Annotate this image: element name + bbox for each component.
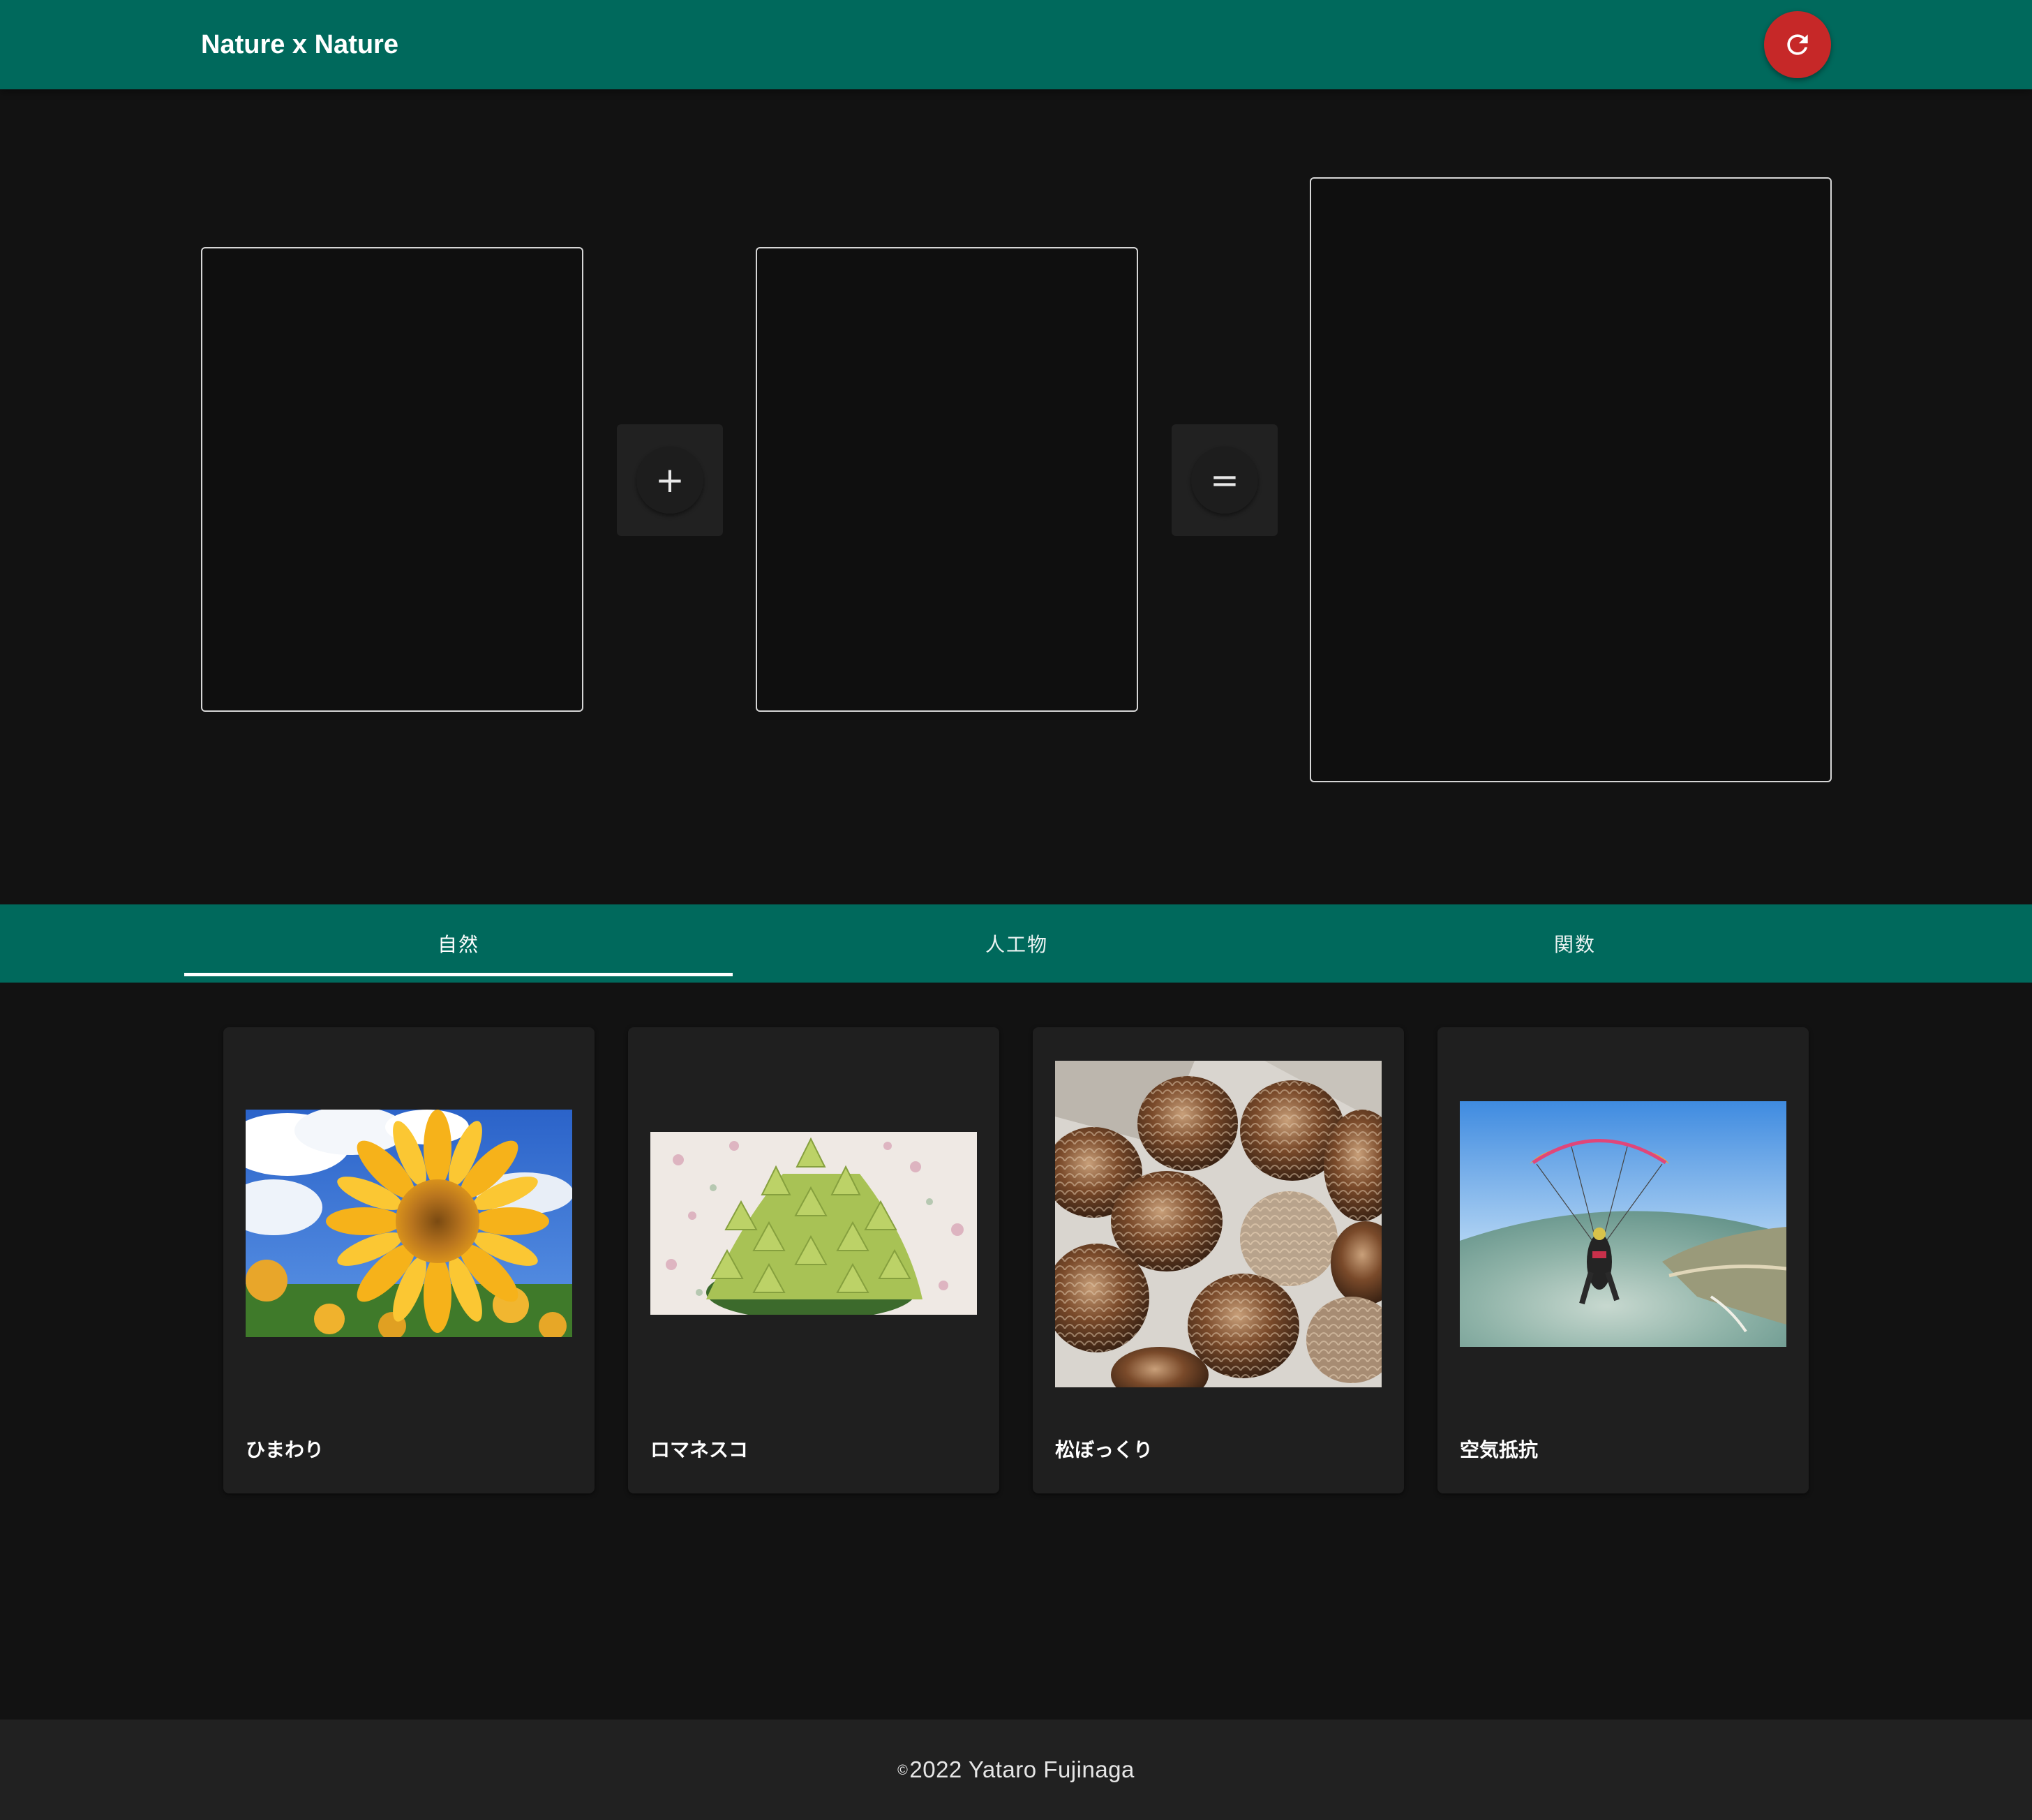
paraglider-image — [1460, 1101, 1786, 1347]
romanesco-image — [650, 1132, 977, 1315]
equals-operator-box: = — [1172, 424, 1278, 536]
second-operand-slot[interactable] — [756, 247, 1138, 712]
reset-button[interactable] — [1764, 11, 1831, 78]
app-title: Nature x Nature — [201, 30, 398, 59]
category-tabs: 自然 人工物 関数 — [0, 904, 2032, 983]
pinecones-image — [1055, 1061, 1382, 1387]
copyright-symbol: © — [897, 1763, 909, 1778]
card-label: ロマネスコ — [650, 1438, 749, 1461]
tab-functions[interactable]: 関数 — [1301, 904, 1849, 983]
app-bar: Nature x Nature — [0, 0, 2032, 89]
active-tab-indicator — [184, 973, 733, 976]
item-card-romanesco[interactable]: ロマネスコ — [628, 1027, 999, 1493]
first-operand-slot[interactable] — [201, 247, 583, 712]
card-label: 空気抵抗 — [1460, 1438, 1539, 1461]
refresh-icon — [1787, 34, 1808, 55]
card-label: 松ぼっくり — [1055, 1438, 1153, 1461]
item-card-pinecones[interactable]: 松ぼっくり — [1033, 1027, 1404, 1493]
tab-artifacts[interactable]: 人工物 — [742, 904, 1291, 983]
result-slot — [1310, 177, 1832, 782]
footer: ©2022 Yataro Fujinaga — [0, 1720, 2032, 1820]
card-label: ひまわり — [246, 1438, 324, 1461]
footer-copyright: ©2022 Yataro Fujinaga — [897, 1756, 1135, 1783]
item-card-air-resistance[interactable]: 空気抵抗 — [1437, 1027, 1809, 1493]
plus-operator-button[interactable]: + — [636, 447, 703, 514]
tab-nature[interactable]: 自然 — [184, 904, 733, 983]
plus-operator-box: + — [617, 424, 723, 536]
equals-operator-button[interactable]: = — [1191, 447, 1258, 514]
item-card-sunflower[interactable]: ひまわり — [223, 1027, 595, 1493]
footer-text: 2022 Yataro Fujinaga — [909, 1756, 1135, 1782]
sunflower-image — [246, 1110, 572, 1337]
